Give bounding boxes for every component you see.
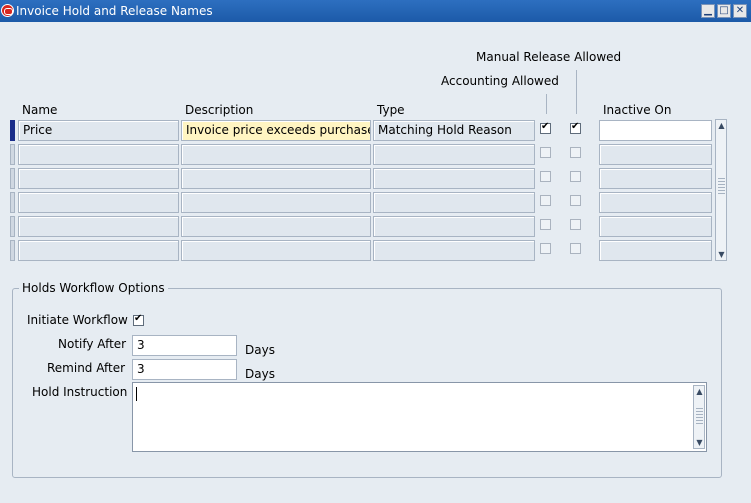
column-header-description: Description [185, 103, 254, 117]
type-field[interactable] [373, 240, 535, 261]
manual-release-checkbox[interactable] [570, 195, 581, 206]
notify-after-unit: Days [245, 343, 275, 357]
manual-release-checkbox[interactable] [570, 243, 581, 254]
description-field[interactable] [181, 144, 371, 165]
initiate-workflow-label: Initiate Workflow [27, 313, 128, 327]
accounting-allowed-checkbox[interactable] [540, 219, 551, 230]
name-field[interactable]: Price [18, 120, 179, 141]
row-selector[interactable] [10, 144, 15, 165]
type-field[interactable] [373, 168, 535, 189]
scroll-thumb-grip-icon[interactable] [718, 178, 725, 196]
notify-after-label: Notify After [58, 337, 127, 351]
column-header-type: Type [377, 103, 405, 117]
maximize-button[interactable]: □ [717, 4, 731, 18]
column-header-accounting-allowed: Accounting Allowed [441, 74, 559, 88]
header-connector-line [546, 94, 547, 114]
manual-release-checkbox[interactable] [570, 147, 581, 158]
inactive-on-field[interactable] [599, 240, 712, 261]
oracle-app-icon [1, 4, 14, 17]
description-field[interactable] [181, 240, 371, 261]
manual-release-checkbox[interactable] [570, 219, 581, 230]
name-field[interactable] [18, 144, 179, 165]
type-field[interactable] [373, 216, 535, 237]
remind-after-label: Remind After [47, 361, 126, 375]
scroll-up-icon[interactable]: ▲ [695, 387, 704, 396]
name-field[interactable] [18, 216, 179, 237]
column-header-manual-release-allowed: Manual Release Allowed [476, 50, 622, 64]
description-field[interactable] [181, 216, 371, 237]
name-field[interactable] [18, 168, 179, 189]
type-field[interactable] [373, 144, 535, 165]
name-field[interactable] [18, 240, 179, 261]
header-connector-line [576, 70, 577, 114]
accounting-allowed-checkbox[interactable] [540, 195, 551, 206]
hold-instruction-textarea[interactable]: ▲ ▼ [132, 382, 707, 452]
accounting-allowed-checkbox[interactable] [540, 147, 551, 158]
scroll-down-icon[interactable]: ▼ [695, 438, 704, 447]
row-selector[interactable] [10, 192, 15, 213]
column-header-inactive-on: Inactive On [603, 103, 672, 117]
row-selector-active[interactable] [10, 120, 15, 141]
type-field[interactable] [373, 192, 535, 213]
textarea-scrollbar[interactable]: ▲ ▼ [693, 385, 705, 449]
inactive-on-field[interactable] [599, 168, 712, 189]
notify-after-input[interactable]: 3 [132, 335, 237, 356]
inactive-on-field[interactable] [599, 216, 712, 237]
title-bar: Invoice Hold and Release Names ▁ □ ✕ [0, 0, 751, 22]
accounting-allowed-checkbox[interactable] [540, 171, 551, 182]
row-selector[interactable] [10, 216, 15, 237]
scroll-thumb-grip-icon[interactable] [696, 408, 703, 426]
row-selector[interactable] [10, 168, 15, 189]
description-field[interactable] [181, 192, 371, 213]
name-field[interactable] [18, 192, 179, 213]
remind-after-unit: Days [245, 367, 275, 381]
window-title: Invoice Hold and Release Names [16, 4, 213, 18]
inactive-on-field[interactable] [599, 144, 712, 165]
minimize-button[interactable]: ▁ [701, 4, 715, 18]
table-scrollbar[interactable]: ▲ ▼ [715, 119, 727, 261]
accounting-allowed-checkbox[interactable] [540, 121, 551, 134]
inactive-on-field[interactable] [599, 192, 712, 213]
group-title: Holds Workflow Options [19, 281, 168, 295]
description-field[interactable]: Invoice price exceeds purchase o [181, 120, 371, 141]
scroll-down-icon[interactable]: ▼ [717, 250, 726, 259]
initiate-workflow-checkbox[interactable] [133, 313, 144, 326]
row-selector[interactable] [10, 240, 15, 261]
accounting-allowed-checkbox[interactable] [540, 243, 551, 254]
column-header-name: Name [22, 103, 58, 117]
manual-release-checkbox[interactable] [570, 121, 581, 134]
text-caret [136, 387, 137, 401]
type-field[interactable]: Matching Hold Reason [373, 120, 535, 141]
close-button[interactable]: ✕ [733, 4, 747, 18]
inactive-on-field[interactable] [599, 120, 712, 141]
description-field[interactable] [181, 168, 371, 189]
hold-instruction-label: Hold Instruction [32, 385, 128, 399]
remind-after-input[interactable]: 3 [132, 359, 237, 380]
manual-release-checkbox[interactable] [570, 171, 581, 182]
scroll-up-icon[interactable]: ▲ [717, 121, 726, 130]
